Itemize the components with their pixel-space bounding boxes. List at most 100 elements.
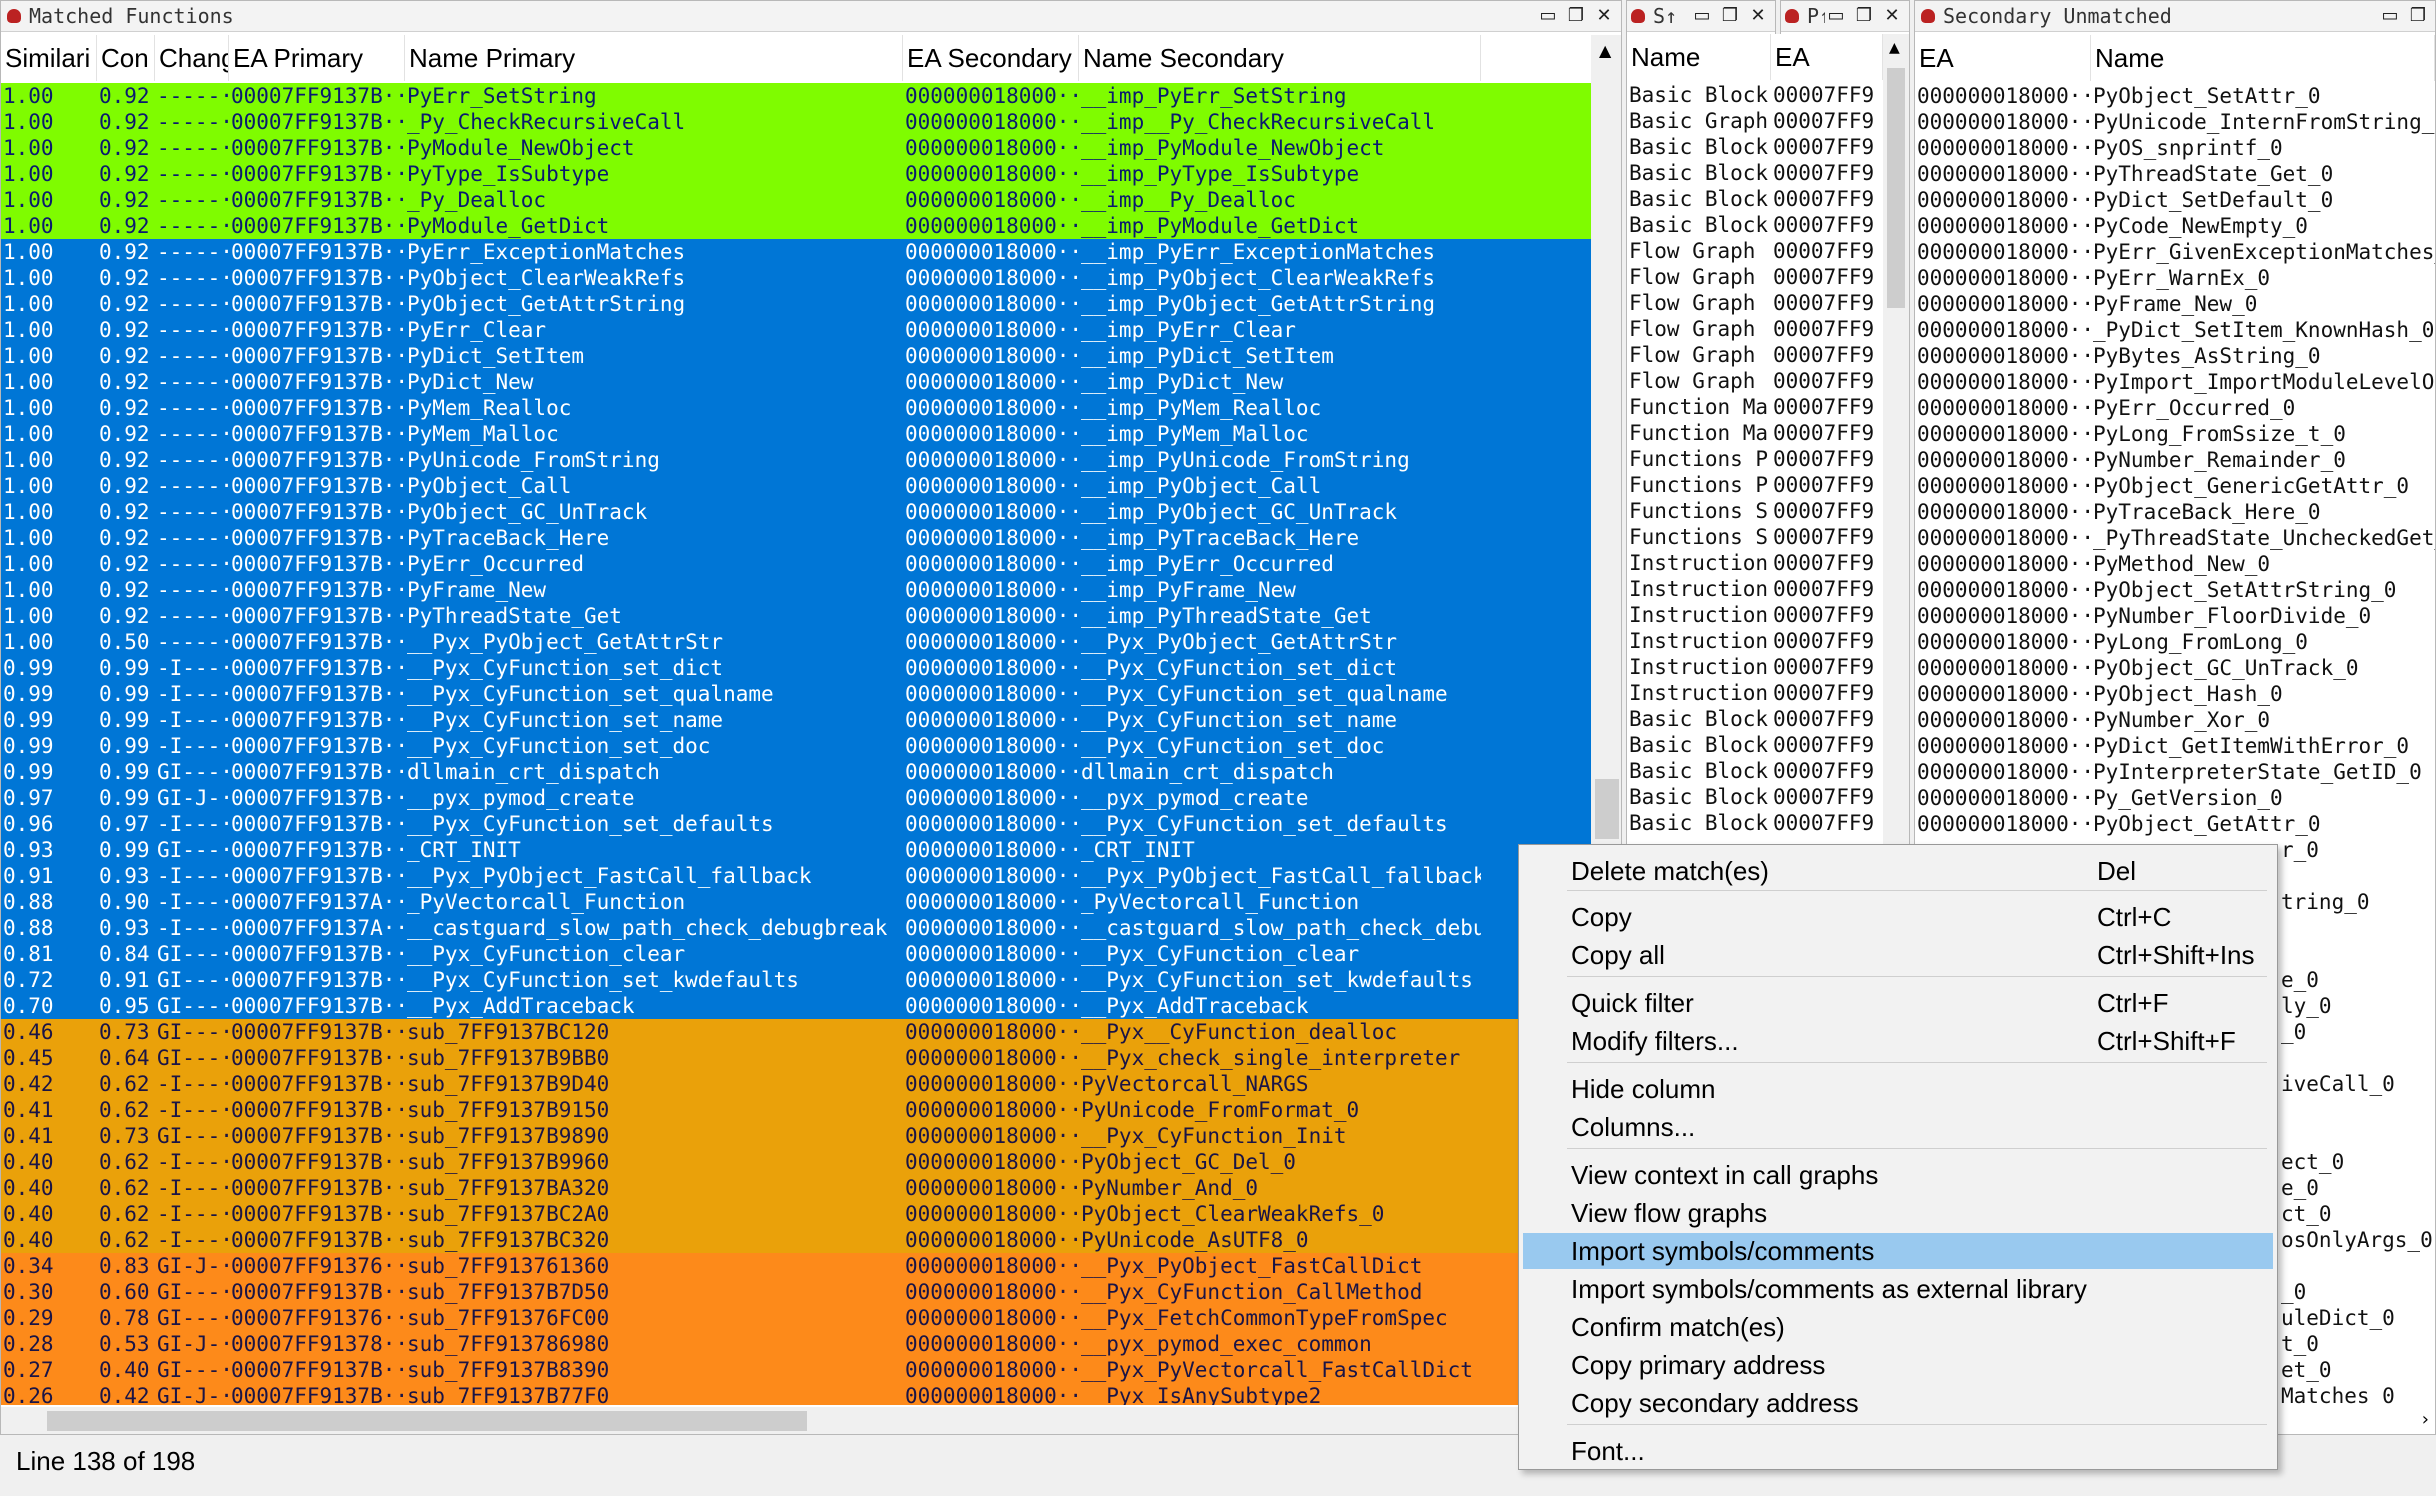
table-row[interactable]: 0.990.99-I---···00007FF9137B···__Pyx_CyF… bbox=[1, 681, 1591, 707]
menu-item[interactable]: Copy all Ctrl+Shift+Ins bbox=[1523, 937, 2273, 973]
menu-item[interactable]: Copy Ctrl+C bbox=[1523, 899, 2273, 935]
list-item[interactable]: 000000018000··· _PyDict_SetItem_KnownHash… bbox=[1915, 317, 2435, 343]
list-item[interactable]: Flow Graph 00007FF9 bbox=[1627, 368, 1883, 394]
column-header[interactable]: Name Secondary bbox=[1079, 35, 1481, 81]
column-header[interactable]: Con bbox=[97, 35, 155, 81]
list-item[interactable]: 000000018000··· PyLong_FromSsize_t_0 bbox=[1915, 421, 2435, 447]
table-row[interactable]: 0.28 0.53 GI-J-···00007FF91378···sub_7FF91… bbox=[1, 1331, 1591, 1357]
statistics-vscroll-thumb[interactable] bbox=[1887, 68, 1905, 308]
close-icon[interactable]: ✕ bbox=[1747, 5, 1769, 27]
table-row[interactable]: 1.00 0.92 -----···00007FF9137B···PyErr_Exc… bbox=[1, 239, 1591, 265]
list-item[interactable]: Instruction 00007FF9 bbox=[1627, 680, 1883, 706]
table-row[interactable]: 1.00 0.92 -----···00007FF9137B···PyObject_… bbox=[1, 265, 1591, 291]
menu-item[interactable]: Confirm match(es) bbox=[1523, 1309, 2273, 1345]
column-header[interactable]: Name bbox=[1627, 34, 1771, 80]
list-item[interactable]: Functions P 00007FF9 bbox=[1627, 472, 1883, 498]
menu-item[interactable]: Hide column bbox=[1523, 1071, 2273, 1107]
menu-item[interactable]: Modify filters... Ctrl+Shift+F bbox=[1523, 1023, 2273, 1059]
list-item[interactable]: 000000018000··· PyErr_WarnEx_0 bbox=[1915, 265, 2435, 291]
table-row[interactable]: 0.990.99GI---···00007FF9137B···dllmain_c… bbox=[1, 759, 1591, 785]
table-row[interactable]: 0.720.91GI---···00007FF9137B···__Pyx_CyF… bbox=[1, 967, 1591, 993]
column-header[interactable]: Chang bbox=[155, 35, 229, 81]
list-item[interactable]: 000000018000··· PyNumber_FloorDivide_0 bbox=[1915, 603, 2435, 629]
list-item[interactable]: Basic Block 00007FF9 bbox=[1627, 160, 1883, 186]
table-row[interactable]: 0.880.90-I---···00007FF9137A···_PyVector… bbox=[1, 889, 1591, 915]
list-item[interactable]: 000000018000··· PyObject_GC_UnTrack_0 bbox=[1915, 655, 2435, 681]
list-item[interactable]: Instruction 00007FF9 bbox=[1627, 602, 1883, 628]
list-item[interactable]: Instruction 00007FF9 bbox=[1627, 628, 1883, 654]
list-item[interactable]: Flow Graph 00007FF9 bbox=[1627, 342, 1883, 368]
scroll-right-icon[interactable]: › bbox=[2422, 1409, 2429, 1430]
list-item[interactable]: 000000018000··· PyInterpreterState_GetID_… bbox=[1915, 759, 2435, 785]
list-item[interactable]: Functions P 00007FF9 bbox=[1627, 446, 1883, 472]
list-item[interactable]: 000000018000··· PyObject_SetAttrString_0 bbox=[1915, 577, 2435, 603]
table-row[interactable]: 0.990.99-I---···00007FF9137B···__Pyx_CyF… bbox=[1, 707, 1591, 733]
table-row[interactable]: 0.42 0.62 -I---···00007FF9137B···sub_7FF91… bbox=[1, 1071, 1591, 1097]
table-row[interactable]: 1.00 0.92 -----···00007FF9137B···PyObject_… bbox=[1, 473, 1591, 499]
list-item[interactable]: 000000018000··· PyNumber_Remainder_0 bbox=[1915, 447, 2435, 473]
close-icon[interactable]: ✕ bbox=[1881, 5, 1903, 27]
table-row[interactable]: 0.700.95GI---···00007FF9137B···__Pyx_Add… bbox=[1, 993, 1591, 1019]
menu-item[interactable]: Import symbols/comments as external libr… bbox=[1523, 1271, 2273, 1307]
list-item[interactable]: 000000018000··· _PyThreadState_UncheckedG… bbox=[1915, 525, 2435, 551]
restore-icon[interactable]: ❐ bbox=[1565, 5, 1587, 27]
table-row[interactable]: 1.00 0.92 -----···00007FF9137B···PyObject_… bbox=[1, 499, 1591, 525]
column-header[interactable]: Name bbox=[2091, 35, 2435, 81]
list-item[interactable]: Basic Block 00007FF9 bbox=[1627, 810, 1883, 836]
menu-item[interactable]: Quick filter Ctrl+F bbox=[1523, 985, 2273, 1021]
scroll-up-icon[interactable]: ▲ bbox=[1889, 40, 1900, 56]
list-item[interactable]: Basic Block 00007FF9 bbox=[1627, 134, 1883, 160]
table-row[interactable]: 0.34 0.83 GI-J-···00007FF91376···sub_7FF91… bbox=[1, 1253, 1591, 1279]
matched-hscroll-thumb[interactable] bbox=[47, 1411, 807, 1431]
list-item[interactable]: 000000018000··· PyObject_Hash_0 bbox=[1915, 681, 2435, 707]
table-row[interactable]: 1.000.50-----···00007FF9137B···__Pyx_PyO… bbox=[1, 629, 1591, 655]
list-item[interactable]: Flow Graph 00007FF9 bbox=[1627, 290, 1883, 316]
list-item[interactable]: Basic Block 00007FF9 bbox=[1627, 758, 1883, 784]
list-item[interactable]: Functions S 00007FF9 bbox=[1627, 524, 1883, 550]
minimize-icon[interactable]: ▭ bbox=[2379, 5, 2401, 27]
menu-item[interactable]: Copy secondary address bbox=[1523, 1385, 2273, 1421]
menu-item[interactable]: Columns... bbox=[1523, 1109, 2273, 1145]
list-item[interactable]: 000000018000··· PyErr_Occurred_0 bbox=[1915, 395, 2435, 421]
list-item[interactable]: 000000018000··· PyDict_GetItemWithError_0 bbox=[1915, 733, 2435, 759]
table-row[interactable]: 1.00 0.92 -----···00007FF9137B···PyUnicode… bbox=[1, 447, 1591, 473]
table-row[interactable]: 0.27 0.40 GI---···00007FF9137B···sub_7FF91… bbox=[1, 1357, 1591, 1383]
list-item[interactable]: Flow Graph 00007FF9 bbox=[1627, 264, 1883, 290]
menu-item[interactable]: Font... bbox=[1523, 1433, 2273, 1469]
list-item[interactable]: 000000018000··· PyThreadState_Get_0 bbox=[1915, 161, 2435, 187]
table-row[interactable]: 0.41 0.73 GI---···00007FF9137B···sub_7FF91… bbox=[1, 1123, 1591, 1149]
list-item[interactable]: 000000018000··· PyUnicode_InternFromStrin… bbox=[1915, 109, 2435, 135]
restore-icon[interactable]: ❐ bbox=[2407, 5, 2429, 27]
table-row[interactable]: 0.40 0.62 -I---···00007FF9137B···sub_7FF91… bbox=[1, 1175, 1591, 1201]
table-row[interactable]: 0.30 0.60 GI---···00007FF9137B···sub_7FF91… bbox=[1, 1279, 1591, 1305]
list-item[interactable]: Basic Block 00007FF9 bbox=[1627, 82, 1883, 108]
list-item[interactable]: 000000018000··· PyObject_GetAttr_0 bbox=[1915, 811, 2435, 837]
table-row[interactable]: 1.00 0.92 -----···00007FF9137B···PyDict_Se… bbox=[1, 343, 1591, 369]
table-row[interactable]: 0.970.99GI-J-···00007FF9137B···__pyx_pym… bbox=[1, 785, 1591, 811]
table-row[interactable]: 0.40 0.62 -I---···00007FF9137B···sub_7FF91… bbox=[1, 1201, 1591, 1227]
list-item[interactable]: Basic Block 00007FF9 bbox=[1627, 732, 1883, 758]
table-row[interactable]: 0.990.99-I---···00007FF9137B···__Pyx_CyF… bbox=[1, 655, 1591, 681]
list-item[interactable]: Instruction 00007FF9 bbox=[1627, 654, 1883, 680]
list-item[interactable]: Basic Block 00007FF9 bbox=[1627, 212, 1883, 238]
table-row[interactable]: 0.810.84GI---···00007FF9137B···__Pyx_CyF… bbox=[1, 941, 1591, 967]
matched-vscroll-thumb[interactable] bbox=[1595, 779, 1619, 839]
table-row[interactable]: 0.960.97-I---···00007FF9137B···__Pyx_CyF… bbox=[1, 811, 1591, 837]
table-row[interactable]: 1.00 0.92 -----···00007FF9137B···_Py_Deall… bbox=[1, 187, 1591, 213]
menu-item[interactable]: Import symbols/comments bbox=[1523, 1233, 2273, 1269]
minimize-icon[interactable]: ▭ bbox=[1825, 5, 1847, 27]
restore-icon[interactable]: ❐ bbox=[1853, 5, 1875, 27]
close-icon[interactable]: ✕ bbox=[1593, 5, 1615, 27]
table-row[interactable]: 0.29 0.78 GI---···00007FF91376···sub_7FF91… bbox=[1, 1305, 1591, 1331]
table-row[interactable]: 0.880.93-I---···00007FF9137A···__castgua… bbox=[1, 915, 1591, 941]
list-item[interactable]: Function Ma 00007FF9 bbox=[1627, 420, 1883, 446]
table-row[interactable]: 1.00 0.92 -----···00007FF9137B···PyMem_Rea… bbox=[1, 395, 1591, 421]
table-row[interactable]: 1.00 0.92 -----···00007FF9137B···PyFrame_N… bbox=[1, 577, 1591, 603]
list-item[interactable]: Basic Graph 00007FF9 bbox=[1627, 108, 1883, 134]
table-row[interactable]: 0.45 0.64 GI---···00007FF9137B···sub_7FF91… bbox=[1, 1045, 1591, 1071]
list-item[interactable]: Flow Graph 00007FF9 bbox=[1627, 238, 1883, 264]
table-row[interactable]: 0.990.99-I---···00007FF9137B···__Pyx_CyF… bbox=[1, 733, 1591, 759]
list-item[interactable]: 000000018000··· PyOS_snprintf_0 bbox=[1915, 135, 2435, 161]
list-item[interactable]: Functions S 00007FF9 bbox=[1627, 498, 1883, 524]
table-row[interactable]: 1.00 0.92 -----···00007FF9137B···PyTraceBa… bbox=[1, 525, 1591, 551]
